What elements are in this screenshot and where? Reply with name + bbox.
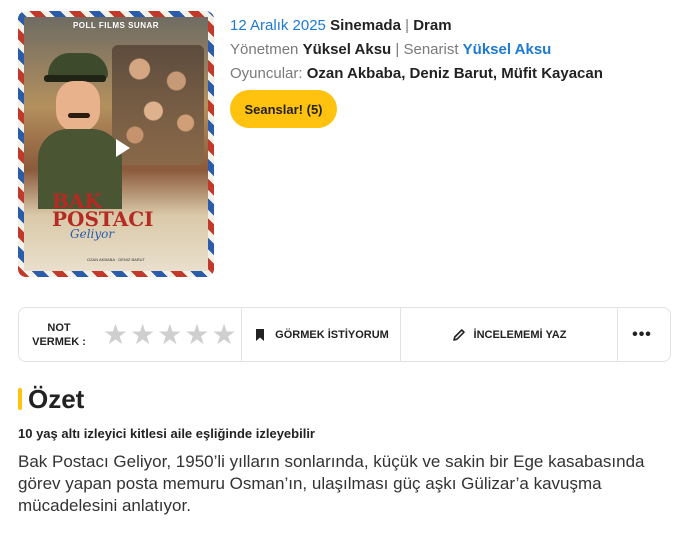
cast-member[interactable]: Deniz Barut	[410, 65, 493, 82]
movie-poster[interactable]: POLL FILMS SUNAR BAK POSTACI Geliyor OZA…	[18, 11, 214, 277]
bookmark-icon	[256, 328, 265, 341]
cast-label: Oyuncular:	[230, 65, 303, 82]
rating-stars: ★ ★ ★ ★ ★	[103, 320, 241, 349]
poster-title-line3: Geliyor	[70, 227, 115, 241]
age-rating-note: 10 yaş altı izleyici kitlesi aile eşliği…	[18, 426, 315, 441]
star-icon[interactable]: ★	[211, 320, 236, 349]
star-icon[interactable]: ★	[103, 320, 128, 349]
cast-member[interactable]: Müfit Kayacan	[501, 65, 603, 82]
poster-credits: OZAN AKBABA · DENIZ BARUT	[86, 257, 145, 262]
star-icon[interactable]: ★	[130, 320, 155, 349]
play-icon[interactable]	[116, 139, 130, 157]
release-status: Sinemada	[330, 17, 401, 34]
summary-heading: Özet	[18, 383, 85, 414]
release-line: 12 Aralık 2025 Sinemada | Dram	[230, 17, 452, 34]
genre[interactable]: Dram	[413, 17, 451, 34]
writer-label: Senarist	[403, 41, 459, 58]
poster-artwork: POLL FILMS SUNAR BAK POSTACI Geliyor OZA…	[24, 17, 208, 271]
rate-label: NOT VERMEK :	[32, 321, 86, 348]
want-to-watch-button[interactable]: GÖRMEK İSTİYORUM	[242, 307, 400, 362]
director-name[interactable]: Yüksel Aksu	[303, 41, 392, 58]
summary-text: Bak Postacı Geliyor, 1950’li yılların so…	[18, 452, 645, 515]
release-date[interactable]: 12 Aralık 2025	[230, 17, 326, 34]
heading-accent	[18, 388, 22, 410]
cast-line: Oyuncular: Ozan Akbaba, Deniz Barut, Müf…	[230, 65, 603, 82]
cast-member[interactable]: Ozan Akbaba	[307, 65, 401, 82]
writer-name[interactable]: Yüksel Aksu	[463, 41, 552, 58]
poster-postman-figure	[38, 53, 122, 209]
write-review-label: İNCELEMEMİ YAZ	[473, 328, 567, 341]
sessions-button[interactable]: Seanslar! (5)	[230, 90, 337, 128]
director-label: Yönetmen	[230, 41, 299, 58]
summary-title: Özet	[28, 383, 85, 414]
star-icon[interactable]: ★	[157, 320, 182, 349]
movie-info: 12 Aralık 2025 Sinemada | Dram Yönetmen …	[230, 14, 686, 86]
action-bar: NOT VERMEK : ★ ★ ★ ★ ★ GÖRMEK İSTİYORUM …	[18, 307, 671, 362]
want-to-watch-label: GÖRMEK İSTİYORUM	[275, 328, 389, 341]
star-icon[interactable]: ★	[184, 320, 209, 349]
poster-studio: POLL FILMS SUNAR	[72, 21, 160, 30]
pencil-icon	[452, 328, 465, 341]
write-review-button[interactable]: İNCELEMEMİ YAZ	[401, 307, 617, 362]
more-icon[interactable]: •••	[618, 307, 666, 362]
crew-line: Yönetmen Yüksel Aksu | Senarist Yüksel A…	[230, 41, 552, 58]
